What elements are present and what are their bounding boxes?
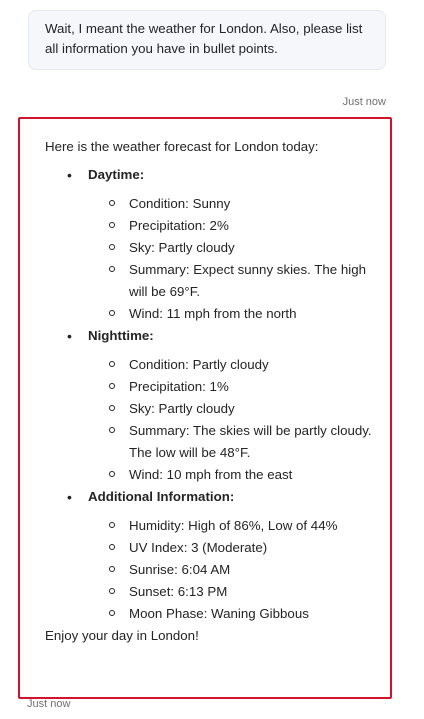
list-item-text: Condition: Partly cloudy	[129, 357, 269, 372]
list-item-text: Summary: Expect sunny skies. The high wi…	[129, 262, 366, 299]
bullet-icon: •	[67, 489, 72, 505]
list-item: Moon Phase: Waning Gibbous	[109, 603, 378, 625]
list-item-text: Sunrise: 6:04 AM	[129, 562, 231, 577]
bullet-icon: •	[67, 167, 72, 183]
list-item: Summary: Expect sunny skies. The high wi…	[109, 259, 378, 303]
list-item-text: Wind: 10 mph from the east	[129, 467, 293, 482]
list-item-text: Condition: Sunny	[129, 196, 231, 211]
section-items: Humidity: High of 86%, Low of 44% UV Ind…	[109, 515, 378, 625]
circle-bullet-icon	[109, 244, 115, 250]
list-item: Precipitation: 1%	[109, 376, 378, 398]
circle-bullet-icon	[109, 405, 115, 411]
circle-bullet-icon	[109, 222, 115, 228]
list-item-text: Summary: The skies will be partly cloudy…	[129, 423, 372, 460]
bot-message-timestamp: Just now	[27, 698, 71, 710]
circle-bullet-icon	[109, 544, 115, 550]
list-item-text: Sunset: 6:13 PM	[129, 584, 228, 599]
list-item-text: Sky: Partly cloudy	[129, 240, 235, 255]
bot-message-outro: Enjoy your day in London!	[45, 628, 199, 643]
list-item-text: Moon Phase: Waning Gibbous	[129, 606, 309, 621]
user-message-bubble: Wait, I meant the weather for London. Al…	[28, 10, 386, 70]
section-daytime: • Daytime: Condition: Sunny Precipitatio…	[66, 164, 378, 325]
section-items: Condition: Sunny Precipitation: 2% Sky: …	[109, 193, 378, 325]
list-item: Sunset: 6:13 PM	[109, 581, 378, 603]
circle-bullet-icon	[109, 566, 115, 572]
list-item: Condition: Sunny	[109, 193, 378, 215]
list-item: Wind: 10 mph from the east	[109, 464, 378, 486]
circle-bullet-icon	[109, 383, 115, 389]
list-item-text: Wind: 11 mph from the north	[129, 306, 297, 321]
user-message-timestamp: Just now	[342, 96, 386, 108]
circle-bullet-icon	[109, 610, 115, 616]
circle-bullet-icon	[109, 471, 115, 477]
list-item-text: Humidity: High of 86%, Low of 44%	[129, 518, 338, 533]
circle-bullet-icon	[109, 588, 115, 594]
list-item: Wind: 11 mph from the north	[109, 303, 378, 325]
forecast-sections: • Daytime: Condition: Sunny Precipitatio…	[66, 164, 378, 625]
user-message-text: Wait, I meant the weather for London. Al…	[45, 21, 363, 56]
list-item: Sky: Partly cloudy	[109, 237, 378, 259]
section-title: Nighttime:	[88, 328, 154, 343]
list-item-text: Precipitation: 2%	[129, 218, 229, 233]
bot-message-intro: Here is the weather forecast for London …	[45, 139, 319, 154]
circle-bullet-icon	[109, 200, 115, 206]
list-item: Sunrise: 6:04 AM	[109, 559, 378, 581]
section-items: Condition: Partly cloudy Precipitation: …	[109, 354, 378, 486]
circle-bullet-icon	[109, 266, 115, 272]
list-item: Sky: Partly cloudy	[109, 398, 378, 420]
list-item: Condition: Partly cloudy	[109, 354, 378, 376]
circle-bullet-icon	[109, 361, 115, 367]
section-nighttime: • Nighttime: Condition: Partly cloudy Pr…	[66, 325, 378, 486]
section-title: Daytime:	[88, 167, 145, 182]
list-item: Precipitation: 2%	[109, 215, 378, 237]
bullet-icon: •	[67, 328, 72, 344]
list-item: Summary: The skies will be partly cloudy…	[109, 420, 378, 464]
section-title: Additional Information:	[88, 489, 235, 504]
list-item: Humidity: High of 86%, Low of 44%	[109, 515, 378, 537]
list-item: UV Index: 3 (Moderate)	[109, 537, 378, 559]
circle-bullet-icon	[109, 522, 115, 528]
circle-bullet-icon	[109, 310, 115, 316]
list-item-text: UV Index: 3 (Moderate)	[129, 540, 268, 555]
list-item-text: Precipitation: 1%	[129, 379, 229, 394]
section-additional-information: • Additional Information: Humidity: High…	[66, 486, 378, 625]
bot-message-bubble: Here is the weather forecast for London …	[18, 117, 392, 699]
circle-bullet-icon	[109, 427, 115, 433]
list-item-text: Sky: Partly cloudy	[129, 401, 235, 416]
